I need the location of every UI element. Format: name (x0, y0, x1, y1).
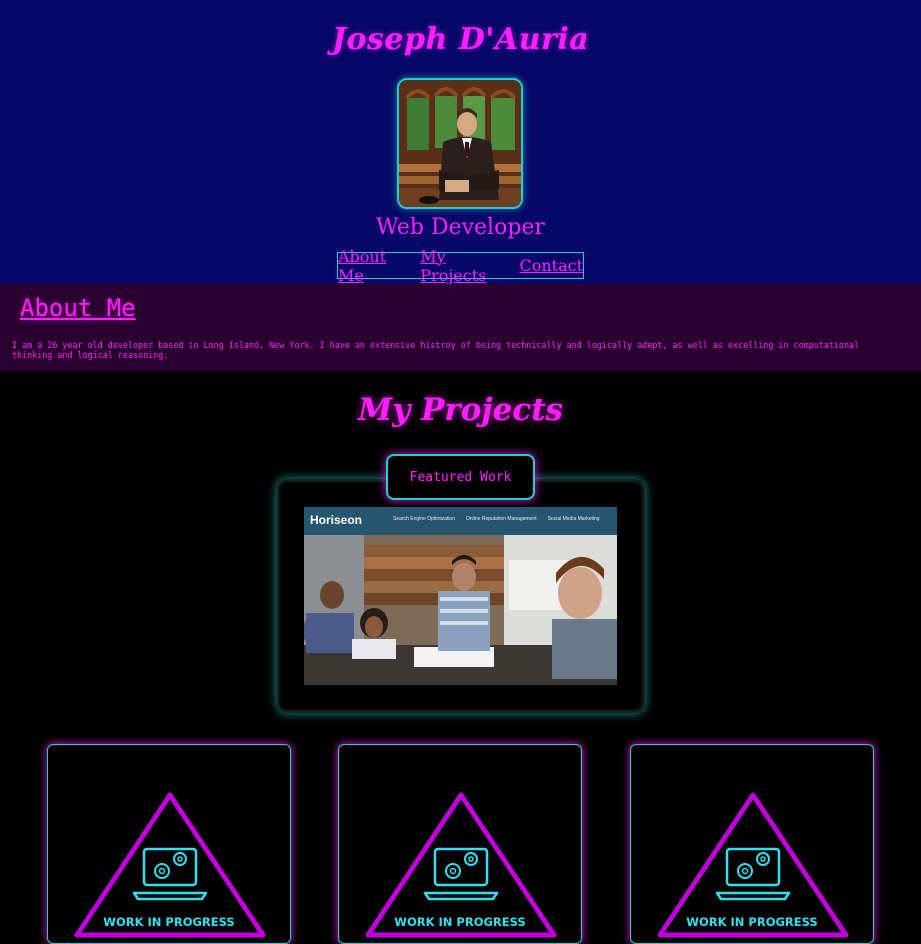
preview-header-bar: Horiseon Search Engine Optimization Onli… (304, 507, 617, 535)
nav-link-contact[interactable]: Contact (519, 256, 583, 275)
featured-project-screenshot[interactable]: Horiseon Search Engine Optimization Onli… (304, 507, 617, 685)
wip-project-card[interactable]: WORK IN PROGRESS (47, 744, 291, 944)
profile-photo (397, 78, 523, 209)
preview-nav: Search Engine Optimization Online Reputa… (393, 516, 600, 522)
wip-label: WORK IN PROGRESS (394, 915, 526, 929)
about-text: I am a 26 year old developer based in Lo… (12, 340, 860, 360)
about-heading: About Me (20, 294, 136, 322)
site-header: Joseph D'Auria Web Developer About Me My… (0, 0, 921, 285)
preview-nav-link: Search Engine Optimization (393, 516, 455, 522)
job-title: Web Developer (376, 215, 545, 240)
projects-heading: My Projects (357, 392, 564, 428)
preview-brand: Horiseon (310, 513, 363, 527)
wip-project-card[interactable]: WORK IN PROGRESS (338, 744, 582, 944)
main-nav: About Me My Projects Contact (337, 247, 584, 285)
preview-nav-link: Online Reputation Management (465, 516, 537, 522)
preview-nav-link: Social Media Marketing (547, 516, 600, 522)
wip-label: WORK IN PROGRESS (103, 915, 235, 929)
preview-photo (304, 535, 617, 685)
about-section: About Me I am a 26 year old developer ba… (0, 284, 921, 371)
nav-link-about-me[interactable]: About Me (338, 247, 414, 285)
featured-work-label: Featured Work (386, 454, 535, 500)
nav-link-my-projects[interactable]: My Projects (420, 247, 513, 285)
wip-label: WORK IN PROGRESS (686, 915, 818, 929)
wip-project-card[interactable]: WORK IN PROGRESS (630, 744, 874, 944)
site-name: Joseph D'Auria (331, 22, 590, 57)
